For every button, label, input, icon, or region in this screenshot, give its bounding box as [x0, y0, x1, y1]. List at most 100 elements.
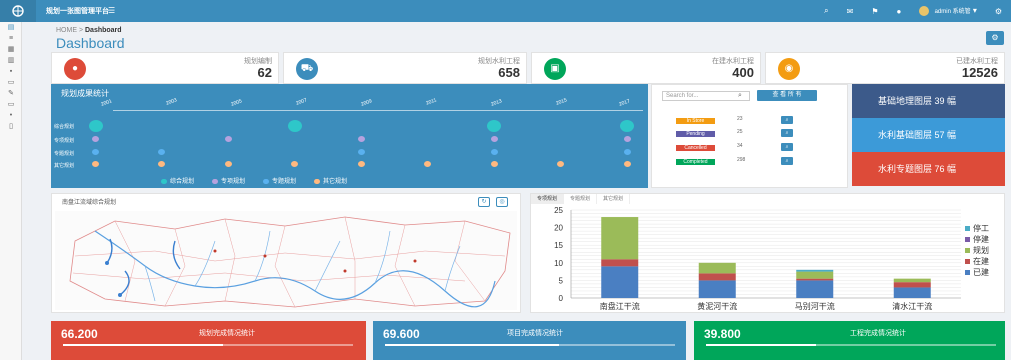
- chart-tabs: 专项规划 专题规划 其它规划: [531, 194, 631, 204]
- bar-segment: [893, 287, 931, 298]
- settings-button[interactable]: ⚙: [986, 31, 1004, 45]
- metric-engineering[interactable]: 39.800 工程完成情况统计: [694, 321, 1005, 360]
- search-icon[interactable]: ⌕: [738, 92, 742, 100]
- status-row: Cancelled 34 ⌕: [676, 143, 836, 153]
- avatar: [919, 6, 930, 16]
- timeline-dot[interactable]: [158, 149, 165, 155]
- year-label: 2015: [555, 97, 568, 107]
- stat-box-planning[interactable]: ● 规划编制 62: [51, 52, 279, 84]
- row-search-button[interactable]: ⌕: [781, 157, 793, 165]
- tab-topic-planning[interactable]: 专题规划: [564, 194, 598, 204]
- timeline-dot[interactable]: [487, 120, 501, 132]
- breadcrumb-home[interactable]: HOME: [56, 27, 77, 34]
- stat-box-planned-projects[interactable]: ⛟ 规划水利工程 658: [283, 52, 527, 84]
- legend-item[interactable]: 综合规划: [161, 176, 194, 185]
- basin-map[interactable]: [55, 211, 517, 310]
- row-label: 专题规划: [54, 151, 75, 157]
- timeline-dot[interactable]: [92, 149, 99, 155]
- settings-icon[interactable]: ⚙: [995, 7, 1002, 16]
- timeline-dot[interactable]: [225, 136, 232, 142]
- sidebar-dashboard-icon[interactable]: ▤: [0, 22, 22, 33]
- timeline-dot[interactable]: [624, 136, 631, 142]
- y-tick-label: 20: [554, 224, 563, 233]
- timeline-dot[interactable]: [291, 161, 298, 167]
- timeline-dot[interactable]: [491, 161, 498, 167]
- tasks-icon[interactable]: ⚑: [871, 7, 878, 16]
- metric-value: 66.200: [61, 327, 98, 341]
- timeline-dot[interactable]: [557, 161, 564, 167]
- sidebar-edit-icon[interactable]: ✎: [0, 88, 22, 99]
- legend-label: 已建: [973, 267, 989, 277]
- timeline-dot[interactable]: [358, 149, 365, 155]
- stat-box-building-projects[interactable]: ▣ 在建水利工程 400: [531, 52, 761, 84]
- bar-segment: [796, 278, 834, 281]
- metric-project[interactable]: 69.600 项目完成情况统计: [373, 321, 686, 360]
- legend-item[interactable]: 其它规划: [314, 176, 347, 185]
- target-icon[interactable]: ◎: [496, 197, 508, 207]
- timeline-dot[interactable]: [89, 120, 103, 132]
- sidebar-monitor-icon[interactable]: ▭: [0, 77, 22, 88]
- sidebar-list-icon[interactable]: ≡: [0, 33, 22, 44]
- notifications-icon[interactable]: ✉: [847, 7, 854, 16]
- progress-bar: [706, 344, 996, 346]
- tab-special-planning[interactable]: 专项规划: [531, 194, 565, 204]
- legend-label: 综合规划: [170, 179, 195, 185]
- bar-segment: [796, 269, 834, 272]
- sidebar-blocks-icon[interactable]: ▪: [0, 66, 22, 77]
- view-all-button[interactable]: 查 看 所 有: [757, 90, 817, 101]
- timeline-dot[interactable]: [624, 149, 631, 155]
- legend-label: 停工: [973, 223, 989, 233]
- bar-segment: [698, 262, 736, 274]
- timeline-dot[interactable]: [92, 161, 99, 167]
- timeline-dot[interactable]: [92, 136, 99, 142]
- status-badge: In Store: [676, 118, 715, 124]
- timeline-dot[interactable]: [358, 161, 365, 167]
- timeline-dot[interactable]: [288, 120, 302, 132]
- tile-basic-geography-layers[interactable]: 基础地理图层 39 幅: [852, 84, 1005, 118]
- status-row: In Store 23 ⌕: [676, 116, 836, 126]
- timeline-dot[interactable]: [358, 136, 365, 142]
- timeline-dot[interactable]: [624, 161, 631, 167]
- timeline-axis: [113, 110, 643, 111]
- timeline-dot[interactable]: [424, 161, 431, 167]
- search-input[interactable]: Search for...: [662, 91, 750, 101]
- sidebar: ▤ ≡ ▦ ▥ ▪ ▭ ✎ ▭ • ▯: [0, 22, 22, 360]
- timeline-dot[interactable]: [225, 161, 232, 167]
- chevron-down-icon: ▾: [972, 6, 977, 16]
- money-icon: ▣: [544, 58, 566, 80]
- stat-box-built-projects[interactable]: ◉ 已建水利工程 12526: [765, 52, 1005, 84]
- user-menu[interactable]: admin 系统管 ▾: [919, 6, 977, 16]
- gear-icon[interactable]: ●: [896, 7, 901, 16]
- row-search-button[interactable]: ⌕: [781, 143, 793, 151]
- metric-planning[interactable]: 66.200 规划完成情况统计: [51, 321, 366, 360]
- sidebar-table-icon[interactable]: ▥: [0, 55, 22, 66]
- page-title: Dashboard: [56, 35, 125, 51]
- tile-water-thematic-layers[interactable]: 水利专题图层 76 幅: [852, 152, 1005, 186]
- y-tick-label: 10: [554, 259, 563, 268]
- logo[interactable]: [0, 0, 36, 22]
- row-search-button[interactable]: ⌕: [781, 129, 793, 137]
- timeline-dot[interactable]: [491, 149, 498, 155]
- tab-other-planning[interactable]: 其它规划: [597, 194, 631, 204]
- person-icon: ●: [64, 58, 86, 80]
- sidebar-pin-icon[interactable]: •: [0, 110, 22, 121]
- bar-segment: [893, 278, 931, 283]
- sidebar-book-icon[interactable]: ▯: [0, 121, 22, 132]
- sidebar-grid-icon[interactable]: ▦: [0, 44, 22, 55]
- timeline-dot[interactable]: [491, 136, 498, 142]
- x-tick-label: 清水江干流: [892, 301, 932, 311]
- menu-toggle-icon[interactable]: ☰: [108, 6, 115, 15]
- legend-item[interactable]: 专项规划: [212, 176, 245, 185]
- timeline-dot[interactable]: [158, 161, 165, 167]
- legend-swatch: [965, 248, 970, 253]
- search-icon[interactable]: ⌕: [824, 6, 828, 16]
- plan-legend: 综合规划 专项规划 专题规划 其它规划: [161, 176, 347, 185]
- tile-water-base-layers[interactable]: 水利基础图层 57 幅: [852, 118, 1005, 152]
- map-title: 南盘江流域综合规划: [62, 200, 117, 206]
- row-search-button[interactable]: ⌕: [781, 116, 793, 124]
- sidebar-desktop-icon[interactable]: ▭: [0, 99, 22, 110]
- timeline-dot[interactable]: [620, 120, 634, 132]
- refresh-icon[interactable]: ↻: [478, 197, 490, 207]
- legend-item[interactable]: 专题规划: [263, 176, 296, 185]
- status-count: 34: [737, 143, 743, 149]
